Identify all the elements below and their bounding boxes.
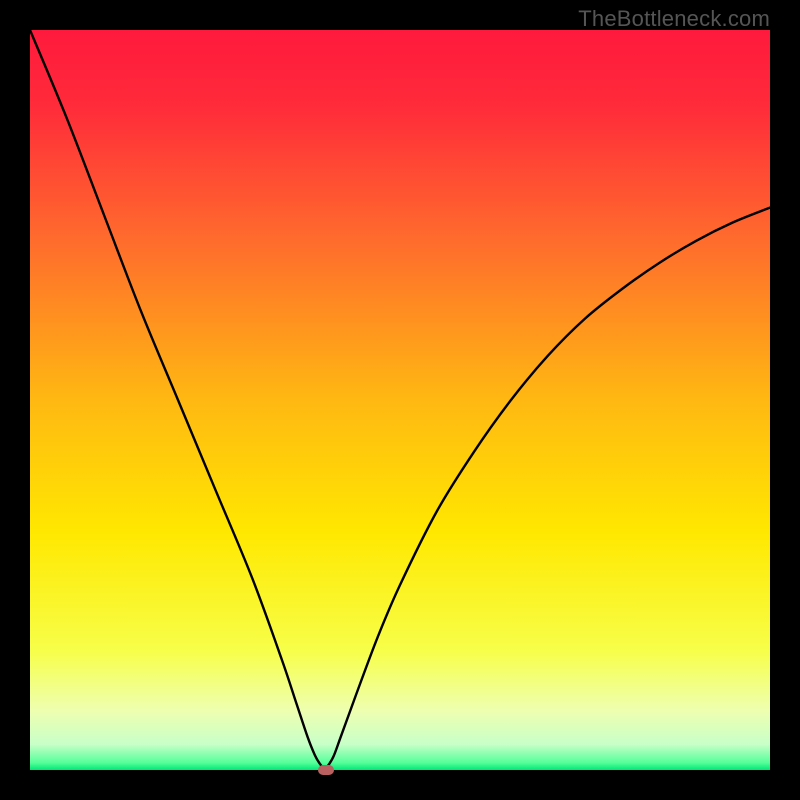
- plot-area: [30, 30, 770, 770]
- outer-frame: TheBottleneck.com: [0, 0, 800, 800]
- watermark-text: TheBottleneck.com: [578, 6, 770, 32]
- optimal-point-marker: [318, 765, 334, 775]
- bottleneck-curve: [30, 30, 770, 770]
